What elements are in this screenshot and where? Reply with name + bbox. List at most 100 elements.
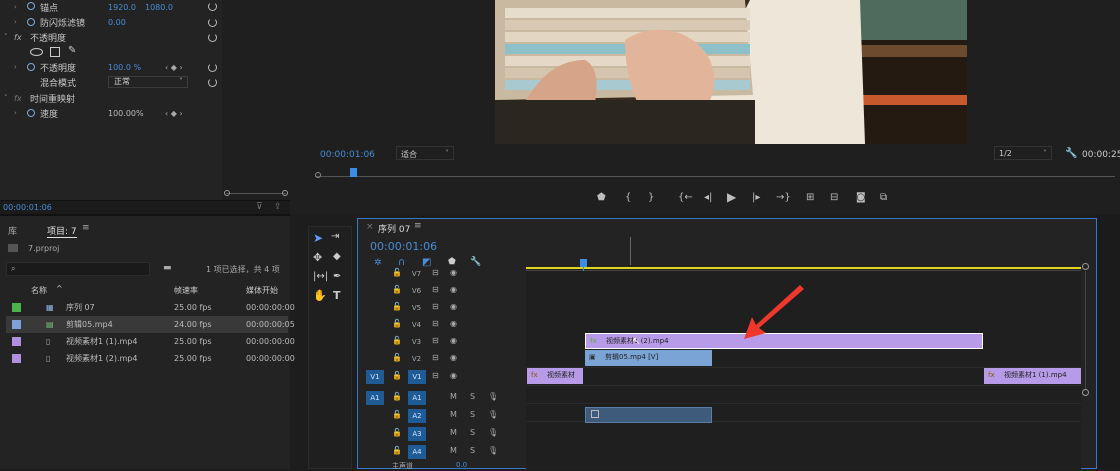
sync-lock-icon[interactable]: ⊟: [432, 302, 439, 311]
eye-icon[interactable]: ◉: [450, 336, 457, 345]
list-item[interactable]: ▯ 视频素材1 (1).mp4 25.00 fps 00:00:00:00: [6, 333, 295, 350]
timeline-timecode[interactable]: 00:00:01:06: [370, 240, 437, 253]
track-name[interactable]: V2: [408, 352, 425, 366]
mic-icon[interactable]: 🎙: [488, 410, 498, 419]
lock-icon[interactable]: 🔓: [392, 285, 402, 294]
speed-value[interactable]: 100.00%: [108, 109, 144, 118]
solo-icon[interactable]: S: [470, 392, 475, 401]
marker-icon[interactable]: ⬟: [597, 192, 606, 203]
lock-icon[interactable]: 🔓: [392, 319, 402, 328]
lock-icon[interactable]: 🔓: [392, 410, 402, 419]
eye-icon[interactable]: ◉: [450, 285, 457, 294]
hand-tool-icon[interactable]: ✋: [313, 289, 327, 302]
column-media-start[interactable]: 媒体开始: [246, 285, 278, 296]
solo-icon[interactable]: S: [470, 428, 475, 437]
compare-icon[interactable]: ⧉: [880, 192, 887, 203]
lock-icon[interactable]: 🔓: [392, 353, 402, 362]
eye-icon[interactable]: ◉: [450, 302, 457, 311]
new-bin-icon[interactable]: ▬: [163, 263, 172, 273]
stopwatch-icon[interactable]: [27, 63, 35, 71]
stopwatch-icon[interactable]: [27, 2, 35, 10]
expand-arrow-icon[interactable]: ›: [14, 3, 17, 11]
track-name[interactable]: V4: [408, 318, 425, 332]
export-icon[interactable]: ⇪: [274, 202, 282, 212]
monitor-timecode[interactable]: 00:00:01:06: [320, 150, 375, 160]
keyframe-nav-icon[interactable]: ‹ ◆ ›: [165, 109, 183, 118]
close-icon[interactable]: ×: [366, 222, 374, 232]
ellipse-mask-icon[interactable]: [30, 48, 43, 56]
lock-icon[interactable]: 🔓: [392, 336, 402, 345]
source-patch-v1[interactable]: V1: [366, 370, 384, 384]
lock-icon[interactable]: 🔓: [392, 392, 402, 401]
go-to-out-icon[interactable]: →}: [776, 192, 791, 203]
opacity-value[interactable]: 100.0 %: [108, 63, 141, 72]
play-icon[interactable]: ▶: [727, 190, 736, 204]
track-select-tool-icon[interactable]: ⇥: [331, 231, 339, 242]
collapse-arrow-icon[interactable]: ˅: [4, 33, 8, 41]
mute-icon[interactable]: M: [450, 428, 457, 437]
step-back-icon[interactable]: ◂|: [704, 192, 712, 203]
list-item[interactable]: ▦ 序列 07 25.00 fps 00:00:00:00: [6, 299, 295, 316]
playhead-handle[interactable]: [580, 259, 587, 267]
keyframe-nav-icon[interactable]: ‹ ◆ ›: [165, 63, 183, 72]
collapse-arrow-icon[interactable]: ˅: [4, 94, 8, 102]
label-color-swatch[interactable]: [12, 303, 21, 312]
panel-menu-icon[interactable]: ≡: [414, 221, 422, 231]
lift-icon[interactable]: ⊞: [806, 192, 814, 203]
step-forward-icon[interactable]: |▸: [752, 192, 760, 203]
clip-a2[interactable]: [585, 407, 712, 423]
mark-out-icon[interactable]: }: [648, 192, 654, 203]
expand-arrow-icon[interactable]: ›: [14, 18, 17, 26]
solo-icon[interactable]: S: [470, 410, 475, 419]
mark-in-icon[interactable]: {: [625, 192, 631, 203]
ripple-edit-tool-icon[interactable]: ✥: [313, 251, 322, 264]
column-name[interactable]: 名称: [31, 285, 47, 296]
track-target-a3[interactable]: A3: [408, 427, 426, 441]
clip-v2[interactable]: ▣ 剪辑05.mp4 [V]: [585, 350, 712, 366]
vertical-scrollbar[interactable]: [1085, 271, 1086, 389]
track-target-a1[interactable]: A1: [408, 391, 426, 405]
track-name[interactable]: V7: [408, 267, 425, 281]
mic-icon[interactable]: 🎙: [488, 446, 498, 455]
lock-icon[interactable]: 🔓: [392, 268, 402, 277]
scroll-handle[interactable]: [1082, 389, 1089, 396]
sort-ascending-icon[interactable]: ^: [56, 284, 63, 293]
resolution-select[interactable]: 1/2 ˅: [994, 146, 1052, 160]
track-target-v1[interactable]: V1: [408, 370, 426, 384]
eye-icon[interactable]: ◉: [450, 353, 457, 362]
track-target-a2[interactable]: A2: [408, 409, 426, 423]
fit-select[interactable]: 适合 ˅: [396, 146, 454, 160]
expand-arrow-icon[interactable]: ›: [14, 63, 17, 71]
source-patch-a1[interactable]: A1: [366, 391, 384, 405]
pen-tool-icon[interactable]: ✒: [333, 271, 341, 282]
list-item-selected[interactable]: ▤ 剪辑05.mp4 24.00 fps 00:00:00:05: [6, 316, 295, 333]
rectangle-mask-icon[interactable]: [50, 47, 60, 57]
clip-v1-a[interactable]: fx 视频素材: [527, 368, 583, 384]
go-to-in-icon[interactable]: {←: [678, 192, 693, 203]
list-item[interactable]: ▯ 视频素材1 (2).mp4 25.00 fps 00:00:00:00: [6, 350, 295, 367]
clip-v1-b[interactable]: fx 视频素材1 (1).mp4: [984, 368, 1081, 384]
razor-tool-icon[interactable]: ◆: [333, 251, 341, 262]
stopwatch-icon[interactable]: [27, 109, 35, 117]
zoom-handle[interactable]: [315, 172, 321, 178]
slip-tool-icon[interactable]: |↔|: [313, 271, 328, 282]
label-color-swatch[interactable]: [12, 354, 21, 363]
scroll-handle[interactable]: [282, 190, 288, 196]
monitor-playhead[interactable]: [350, 168, 357, 177]
eye-icon[interactable]: ◉: [450, 319, 457, 328]
extract-icon[interactable]: ⊟: [830, 192, 838, 203]
eye-icon[interactable]: ◉: [450, 371, 457, 380]
sync-lock-icon[interactable]: ⊟: [432, 371, 439, 380]
camera-icon[interactable]: ◙: [856, 192, 866, 203]
panel-menu-icon[interactable]: ≡: [82, 223, 90, 233]
effect-timecode[interactable]: 00:00:01:06: [3, 203, 52, 212]
wrench-icon[interactable]: 🔧: [1065, 148, 1077, 159]
track-name[interactable]: V5: [408, 301, 425, 315]
sync-lock-icon[interactable]: ⊟: [432, 353, 439, 362]
track-name[interactable]: V6: [408, 284, 425, 298]
filter-icon[interactable]: ⊽: [256, 202, 263, 212]
pen-mask-icon[interactable]: ✎: [68, 45, 76, 56]
reset-icon[interactable]: [208, 63, 217, 72]
master-volume[interactable]: 0.0: [456, 461, 467, 469]
tab-library[interactable]: 库: [8, 224, 17, 237]
